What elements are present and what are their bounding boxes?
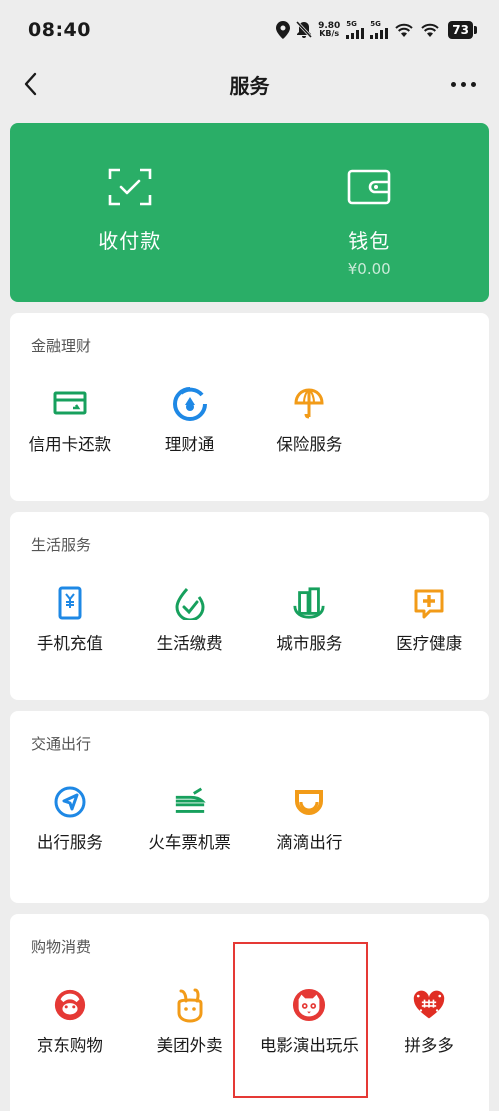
mute-bell-icon	[296, 21, 313, 39]
signal-bars-icon	[370, 28, 389, 39]
city-buildings-icon	[292, 586, 326, 620]
bill-payment-item[interactable]: 生活缴费	[130, 586, 250, 656]
credit-card-repay-item[interactable]: 信用卡还款	[10, 387, 130, 457]
item-label: 信用卡还款	[28, 435, 112, 454]
page-title: 服务	[229, 74, 270, 98]
item-label: 美团外卖	[156, 1036, 223, 1055]
item-label: 电影演出玩乐	[259, 1036, 359, 1055]
item-label: 保险服务	[276, 435, 343, 454]
battery-indicator: 73	[448, 21, 477, 39]
insurance-umbrella-icon	[292, 387, 326, 421]
wallet-balance: ¥0.00	[347, 260, 391, 278]
item-label: 拼多多	[404, 1036, 454, 1055]
item-label: 城市服务	[276, 634, 343, 653]
wifi-icon	[420, 22, 440, 38]
status-time: 08:40	[28, 19, 91, 41]
pinduoduo-heart-icon	[412, 988, 446, 1022]
jd-shopping-item[interactable]: 京东购物	[10, 988, 130, 1058]
travel-service-item[interactable]: 出行服务	[10, 785, 130, 855]
status-bar: 08:40 9.80 KB/s 5G 5G 73	[0, 0, 499, 60]
phone-recharge-item[interactable]: 手机充值	[10, 586, 130, 656]
pay-card: 收付款 钱包 ¥0.00	[10, 123, 489, 302]
item-label: 出行服务	[36, 833, 103, 852]
receive-pay-button[interactable]: 收付款	[10, 123, 250, 302]
licaitong-item[interactable]: 理财通	[130, 387, 250, 457]
city-services-item[interactable]: 城市服务	[250, 586, 370, 656]
meituan-rabbit-icon	[173, 988, 207, 1023]
scan-check-icon	[108, 167, 152, 211]
section-title: 购物消费	[31, 938, 92, 956]
location-icon	[276, 21, 291, 39]
movie-show-item[interactable]: 电影演出玩乐	[250, 988, 370, 1058]
meituan-takeout-item[interactable]: 美团外卖	[130, 988, 250, 1058]
credit-card-icon	[53, 387, 87, 421]
item-label: 滴滴出行	[276, 833, 343, 852]
item-label: 生活缴费	[156, 634, 223, 653]
pinduoduo-item[interactable]: 拼多多	[369, 988, 489, 1058]
wifi-icon	[394, 22, 414, 38]
wallet-label: 钱包	[348, 229, 391, 253]
wallet-button[interactable]: 钱包 ¥0.00	[250, 123, 490, 302]
section-life-services: 生活服务 手机充值 生活缴费 城市服务 医疗健康	[10, 512, 489, 700]
more-dot	[450, 81, 456, 87]
bill-payment-icon	[173, 586, 207, 620]
navigation-icon	[53, 785, 87, 819]
section-transport: 交通出行 出行服务 火车票机票 滴滴出行	[10, 711, 489, 903]
insurance-item[interactable]: 保险服务	[250, 387, 370, 457]
wallet-icon	[347, 167, 391, 211]
didi-icon	[292, 785, 326, 819]
nav-bar: 服务	[0, 60, 499, 108]
more-options-button[interactable]	[445, 68, 481, 100]
section-title: 金融理财	[31, 337, 92, 355]
signal-sim1: 5G	[346, 21, 365, 39]
item-label: 医疗健康	[396, 634, 463, 653]
medical-icon	[412, 586, 446, 620]
maoyan-cat-icon	[292, 988, 326, 1022]
receive-pay-label: 收付款	[98, 229, 162, 253]
medical-health-item[interactable]: 医疗健康	[369, 586, 489, 656]
network-speed: 9.80 KB/s	[318, 21, 341, 38]
signal-sim2: 5G	[370, 21, 389, 39]
didi-item[interactable]: 滴滴出行	[250, 785, 370, 855]
train-flight-tickets-item[interactable]: 火车票机票	[130, 785, 250, 855]
wealth-icon	[172, 387, 207, 421]
item-label: 理财通	[164, 435, 215, 454]
item-label: 火车票机票	[148, 833, 231, 852]
status-icons: 9.80 KB/s 5G 5G 73	[276, 21, 477, 39]
signal-bars-icon	[346, 28, 365, 39]
train-plane-icon	[173, 785, 207, 819]
more-dot	[460, 81, 466, 87]
item-label: 京东购物	[36, 1036, 103, 1055]
section-title: 生活服务	[31, 536, 92, 554]
item-label: 手机充值	[36, 634, 103, 653]
phone-recharge-icon	[53, 586, 87, 620]
section-finance: 金融理财 信用卡还款 理财通 保险服务	[10, 313, 489, 501]
section-shopping: 购物消费 京东购物 美团外卖 电影演出玩乐 拼多多	[10, 914, 489, 1111]
jd-dog-icon	[53, 988, 87, 1022]
section-title: 交通出行	[31, 735, 92, 753]
more-dot	[470, 81, 476, 87]
